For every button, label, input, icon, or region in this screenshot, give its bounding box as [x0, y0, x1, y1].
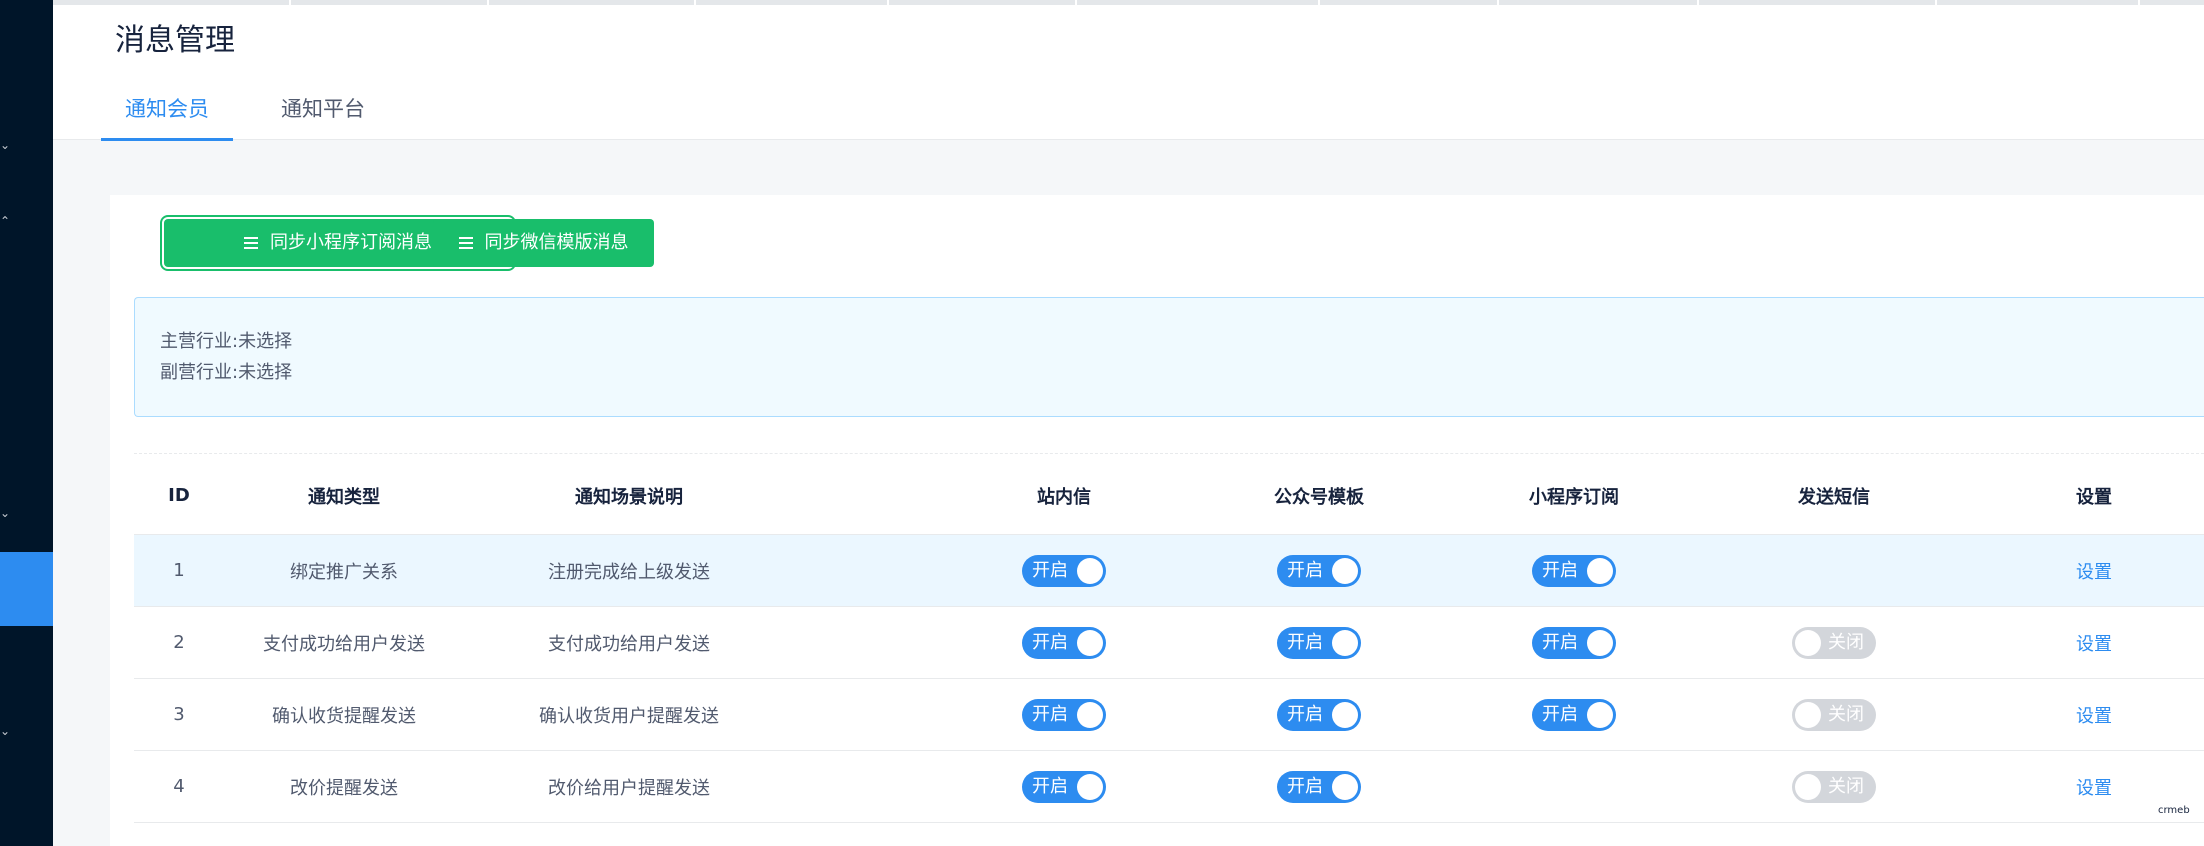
list-icon — [458, 237, 473, 249]
sms-switch[interactable]: 关闭 — [1792, 770, 1876, 803]
row-scene: 确认收货用户提醒发送 — [539, 705, 719, 727]
col-sms: 发送短信 — [1798, 486, 1870, 508]
mini-switch[interactable]: 开启 — [1532, 626, 1616, 659]
sync-wechat-label: 同步微信模版消息 — [484, 232, 629, 253]
mp-cell: 开启 — [1194, 751, 1444, 822]
chevron-icon[interactable]: ⌃ — [0, 215, 10, 227]
content-card: 同步小程序订阅消息 同步微信模版消息 主营行业:未选择 副营行业:未选择 ID … — [110, 195, 2204, 846]
mp-cell: 开启 — [1194, 679, 1444, 750]
row-scene: 改价给用户提醒发送 — [548, 777, 710, 799]
secondary-industry: 副营行业:未选择 — [160, 362, 293, 383]
site-switch[interactable]: 开启 — [1022, 554, 1106, 587]
mp-switch[interactable]: 开启 — [1277, 554, 1361, 587]
tab-ink-bar — [101, 138, 233, 141]
site-switch[interactable]: 开启 — [1022, 698, 1106, 731]
site-cell: 开启 — [934, 535, 1194, 606]
table-row: 2 支付成功给用户发送 支付成功给用户发送 开启 开启 开启 关闭 设置 — [134, 607, 2204, 679]
row-id: 3 — [173, 704, 185, 725]
row-type: 绑定推广关系 — [290, 561, 398, 583]
mini-switch[interactable]: 开启 — [1532, 698, 1616, 731]
mini-cell: 开启 — [1444, 679, 1704, 750]
chevron-icon[interactable]: ⌄ — [0, 139, 10, 151]
watermark: crmeb — [2158, 805, 2190, 816]
site-cell: 开启 — [934, 751, 1194, 822]
row-type: 改价提醒发送 — [290, 777, 398, 799]
sms-switch[interactable]: 关闭 — [1792, 698, 1876, 731]
row-scene: 支付成功给用户发送 — [548, 633, 710, 655]
settings-link[interactable]: 设置 — [1964, 607, 2204, 678]
site-switch[interactable]: 开启 — [1022, 770, 1106, 803]
row-id: 2 — [173, 632, 185, 653]
row-id: 1 — [173, 560, 185, 581]
row-type: 支付成功给用户发送 — [263, 633, 425, 655]
chevron-icon[interactable]: ⌄ — [0, 725, 10, 737]
sms-cell: 关闭 — [1704, 751, 1964, 822]
table-header: ID 通知类型 通知场景说明 站内信 公众号模板 小程序订阅 发送短信 设置 — [134, 457, 2204, 535]
sms-cell: 关闭 — [1704, 679, 1964, 750]
list-icon — [244, 237, 258, 249]
tab-notify-platform[interactable]: 通知平台 — [281, 95, 365, 123]
col-scene: 通知场景说明 — [575, 486, 683, 508]
table-row: 1 绑定推广关系 注册完成给上级发送 开启 开启 开启 设置 — [134, 535, 2204, 607]
chevron-icon[interactable]: ⌄ — [0, 507, 10, 519]
sms-cell — [1704, 535, 1964, 606]
table-row: 3 确认收货提醒发送 确认收货用户提醒发送 开启 开启 开启 关闭 设置 — [134, 679, 2204, 751]
mp-switch[interactable]: 开启 — [1277, 626, 1361, 659]
site-switch[interactable]: 开启 — [1022, 626, 1106, 659]
mp-cell: 开启 — [1194, 607, 1444, 678]
page-title: 消息管理 — [115, 23, 235, 58]
divider — [134, 453, 2204, 454]
sidebar-active-item[interactable] — [0, 552, 53, 626]
sync-miniprogram-label: 同步小程序订阅消息 — [270, 232, 432, 253]
mini-cell — [1444, 751, 1704, 822]
settings-link[interactable]: 设置 — [1964, 535, 2204, 606]
mp-switch[interactable]: 开启 — [1277, 698, 1361, 731]
col-mp: 公众号模板 — [1274, 486, 1364, 508]
mini-cell: 开启 — [1444, 535, 1704, 606]
mini-switch[interactable]: 开启 — [1532, 554, 1616, 587]
row-id: 4 — [173, 776, 185, 797]
sidebar: ⌄ ⌃ ⌄ ⌄ — [0, 0, 53, 846]
mp-cell: 开启 — [1194, 535, 1444, 606]
col-action: 设置 — [2076, 486, 2112, 508]
site-cell: 开启 — [934, 679, 1194, 750]
col-site: 站内信 — [1037, 486, 1091, 508]
row-type: 确认收货提醒发送 — [272, 705, 416, 727]
industry-alert: 主营行业:未选择 副营行业:未选择 — [134, 297, 2204, 417]
table-row: 4 改价提醒发送 改价给用户提醒发送 开启 开启 关闭 设置 — [134, 751, 2204, 823]
settings-link[interactable]: 设置 — [1964, 679, 2204, 750]
row-scene: 注册完成给上级发送 — [548, 561, 710, 583]
mp-switch[interactable]: 开启 — [1277, 770, 1361, 803]
col-type: 通知类型 — [308, 486, 380, 508]
sms-switch[interactable]: 关闭 — [1792, 626, 1876, 659]
primary-industry: 主营行业:未选择 — [160, 331, 293, 352]
col-mini: 小程序订阅 — [1529, 486, 1619, 508]
tab-notify-member[interactable]: 通知会员 — [125, 95, 209, 123]
site-cell: 开启 — [934, 607, 1194, 678]
page-header: 消息管理 通知会员 通知平台 — [53, 5, 2204, 141]
col-id: ID — [168, 485, 190, 506]
mini-cell: 开启 — [1444, 607, 1704, 678]
sms-cell: 关闭 — [1704, 607, 1964, 678]
sync-wechat-button[interactable]: 同步微信模版消息 — [433, 219, 654, 267]
